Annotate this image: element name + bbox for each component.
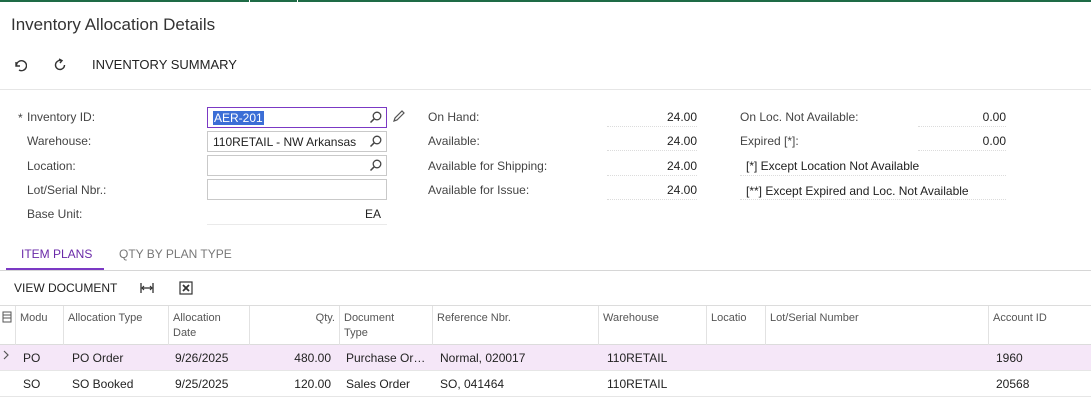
available-issue-label: Available for Issue: [428,183,530,197]
top-accent-bar [0,0,1091,2]
inventory-id-field[interactable]: AER-201 [207,107,387,128]
page-title: Inventory Allocation Details [11,15,216,34]
cell-reference-nbr[interactable]: SO, 041464 [434,371,598,397]
cell-warehouse: 110RETAIL [607,351,668,365]
search-icon[interactable] [369,158,383,172]
cell-lot-serial [766,371,988,397]
lot-serial-field[interactable] [207,179,387,200]
col-location[interactable]: Locatio [706,306,765,346]
base-unit-value: EA [207,204,387,225]
cell-allocation-date: 9/25/2025 [175,377,229,391]
col-reference-nbr[interactable]: Reference Nbr. [432,306,598,346]
col-allocation-date-line2: Date [173,327,197,339]
col-allocation-date-line1: Allocation [173,312,221,324]
export-excel-icon[interactable] [178,280,194,296]
row-selector-header[interactable] [0,306,15,346]
available-issue-value: 24.00 [607,183,697,200]
cell-warehouse: 110RETAIL [607,377,668,391]
cell-allocation-type: PO Order [72,351,124,365]
tab-qty-by-plan-type[interactable]: QTY BY PLAN TYPE [119,247,232,261]
refresh-icon[interactable] [50,55,70,75]
available-label: Available: [428,134,480,148]
footnote-location: [*] Except Location Not Available [746,159,920,173]
on-hand-label: On Hand: [428,110,480,124]
base-unit-label: Base Unit: [27,207,83,221]
lot-serial-label: Lot/Serial Nbr.: [27,183,107,197]
top-bar-divider [249,0,250,2]
col-qty[interactable]: Qty. [249,306,339,346]
inventory-id-value: AER-201 [213,111,264,125]
available-shipping-label: Available for Shipping: [428,159,548,173]
view-document-button[interactable]: VIEW DOCUMENT [14,281,117,295]
col-document-type-line2: Type [344,327,368,339]
cell-qty: 480.00 [294,351,331,365]
col-document-type[interactable]: Document Type [339,306,432,346]
cell-reference-nbr[interactable]: Normal, 020017 [434,345,598,371]
location-field[interactable] [207,155,387,176]
top-bar-divider [297,0,298,2]
tab-item-plans[interactable]: ITEM PLANS [21,247,92,261]
not-available-value: 0.00 [918,110,1006,127]
cell-document-type: Purchase Or… [346,351,426,365]
col-allocation-date[interactable]: Allocation Date [168,306,249,346]
warehouse-value: 110RETAIL - NW Arkansas [213,135,357,149]
available-value: 24.00 [607,134,697,151]
available-shipping-value: 24.00 [607,159,697,176]
col-allocation-type[interactable]: Allocation Type [63,306,168,346]
cell-lot-serial [766,345,988,371]
expired-value: 0.00 [918,134,1006,151]
cell-qty: 120.00 [294,377,331,391]
col-warehouse[interactable]: Warehouse [598,306,706,346]
active-tab-indicator [6,268,104,270]
edit-pencil-icon[interactable] [392,109,406,123]
search-icon[interactable] [369,110,383,124]
fit-columns-icon[interactable] [139,280,155,296]
grid-header: Modu Allocation Type Allocation Date Qty.… [0,305,1091,346]
column-config-icon[interactable] [2,311,12,323]
row-indicator-icon [2,349,10,363]
footnote-expired: [**] Except Expired and Loc. Not Availab… [746,184,969,198]
col-account-id[interactable]: Account ID [988,306,1091,346]
cell-location [707,345,765,371]
location-label: Location: [27,159,76,173]
table-row[interactable]: PO PO Order 9/26/2025 480.00 Purchase Or… [0,345,1091,371]
grid-toolbar: VIEW DOCUMENT [0,276,1091,302]
table-row[interactable]: SO SO Booked 9/25/2025 120.00 Sales Orde… [0,371,1091,397]
tab-bar: ITEM PLANS QTY BY PLAN TYPE [0,240,1091,271]
main-toolbar: INVENTORY SUMMARY [0,52,1091,78]
footnote-divider [740,199,1006,200]
col-lot-serial[interactable]: Lot/Serial Number [765,306,988,346]
not-available-label: On Loc. Not Available: [740,110,859,124]
cell-allocation-type: SO Booked [72,377,134,391]
footnote-divider [740,175,1006,176]
cell-module: PO [23,351,41,365]
cell-account-id: 20568 [996,377,1030,391]
expired-label: Expired [*]: [740,134,799,148]
cell-document-type: Sales Order [346,377,411,391]
cell-allocation-date: 9/26/2025 [175,351,229,365]
required-mark: * [18,111,23,125]
cell-account-id: 1960 [996,351,1023,365]
warehouse-field[interactable]: 110RETAIL - NW Arkansas [207,131,387,152]
warehouse-label: Warehouse: [27,134,92,148]
cell-module: SO [23,377,41,391]
on-hand-value: 24.00 [607,110,697,127]
header-divider [0,89,1091,90]
undo-icon[interactable] [10,55,30,75]
search-icon[interactable] [369,134,383,148]
col-document-type-line1: Document [344,312,395,324]
cell-location [707,371,765,397]
col-module[interactable]: Modu [15,306,63,346]
inventory-summary-button[interactable]: INVENTORY SUMMARY [92,57,237,72]
inventory-id-label: Inventory ID: [27,110,96,124]
